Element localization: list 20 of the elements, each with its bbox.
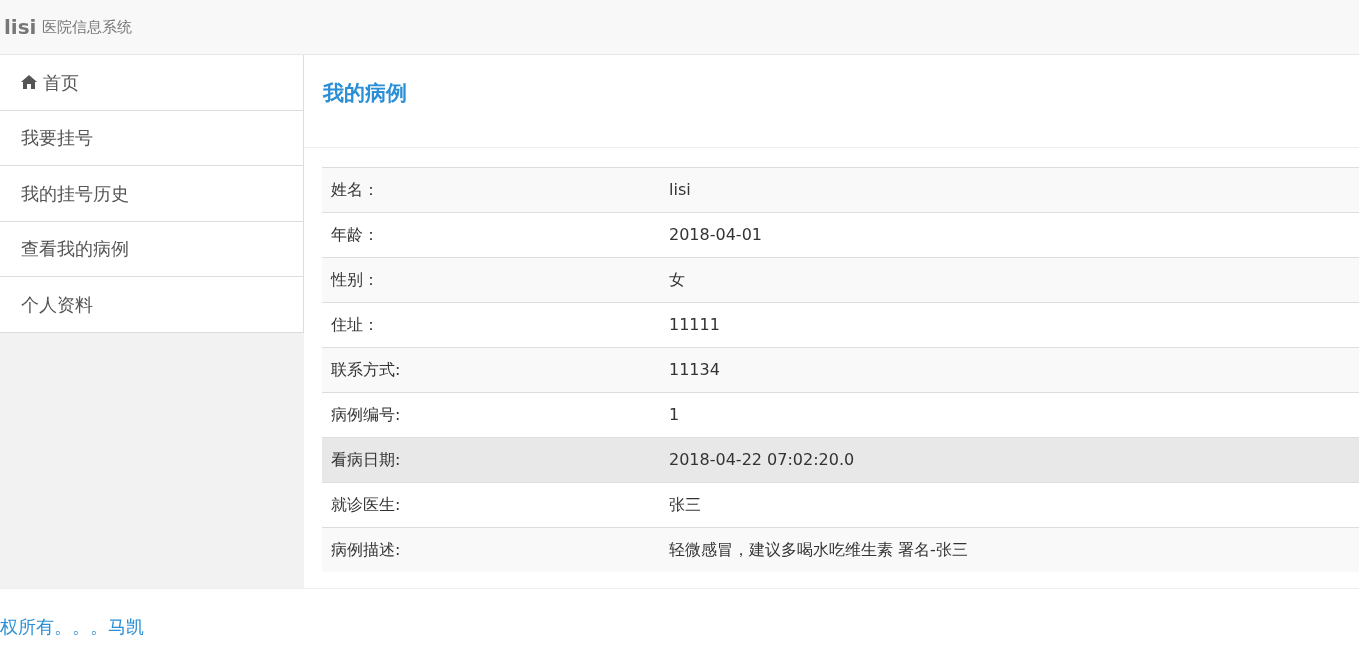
sidebar-item[interactable]: 我的挂号历史 <box>0 166 304 222</box>
sidebar-item[interactable]: 个人资料 <box>0 277 304 333</box>
sidebar-item[interactable]: 我要挂号 <box>0 110 304 166</box>
sidebar-item[interactable]: 查看我的病例 <box>0 221 304 277</box>
home-icon <box>21 75 37 90</box>
field-label: 联系方式: <box>322 347 660 393</box>
field-label: 姓名： <box>322 167 660 213</box>
app-subtitle: 医院信息系统 <box>42 16 133 38</box>
page-title: 我的病例 <box>323 80 408 107</box>
field-label: 看病日期: <box>322 437 660 483</box>
field-value: 女 <box>660 257 1359 303</box>
field-value: 轻微感冒，建议多喝水吃维生素 署名-张三 <box>660 527 1359 572</box>
sidebar-item[interactable]: 首页 <box>0 55 304 111</box>
field-label: 性别： <box>322 257 660 303</box>
field-value: 11134 <box>660 347 1359 393</box>
field-value: lisi <box>660 167 1359 213</box>
brand-name[interactable]: lisi <box>4 12 37 42</box>
field-value: 2018-04-22 07:02:20.0 <box>660 437 1359 483</box>
field-label: 病例描述: <box>322 527 660 572</box>
copyright-link[interactable]: 权所有。。。马凯 <box>0 616 144 637</box>
